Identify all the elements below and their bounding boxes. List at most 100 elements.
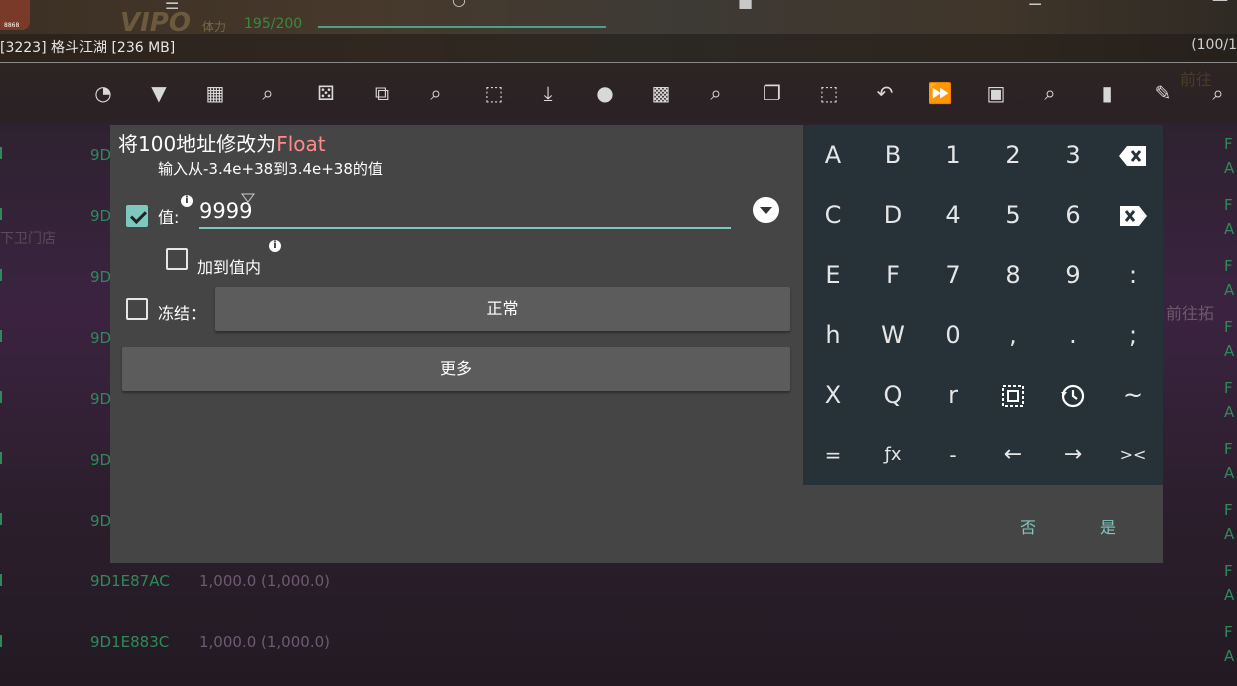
key-8[interactable]: 8 [983, 245, 1043, 305]
add-to-value-label: 加到值内 [197, 258, 262, 277]
settings-sliders-icon[interactable]: ☰ [165, 0, 179, 13]
add-to-value-checkbox[interactable] [166, 248, 188, 270]
row-type-flag: F [1224, 318, 1233, 336]
add-to-value-info-icon[interactable]: i [269, 240, 281, 252]
key-5[interactable]: 5 [983, 185, 1043, 245]
key-A[interactable]: A [803, 125, 863, 185]
copy-icon[interactable]: ❐ [758, 79, 786, 107]
undo-icon[interactable]: ↶ [871, 79, 899, 107]
row-type-flag: A [1224, 159, 1235, 177]
value-checkbox[interactable] [126, 205, 148, 227]
row-type-flag: A [1224, 220, 1235, 238]
freeze-mode-button[interactable]: 正常 [215, 287, 790, 331]
row-address[interactable]: 9D1E87AC [90, 572, 170, 590]
key-semicolon[interactable]: ; [1103, 305, 1163, 365]
camera-icon[interactable]: ■ [738, 0, 753, 11]
filter-icon[interactable]: ▼ [145, 79, 173, 107]
key-tilde[interactable]: ~ [1103, 365, 1163, 425]
key-Q[interactable]: Q [863, 365, 923, 425]
select-all-key-icon[interactable] [983, 365, 1043, 425]
key-4[interactable]: 4 [923, 185, 983, 245]
save-icon[interactable]: ▣ [982, 79, 1010, 107]
title-prefix: 将100地址修改为 [118, 132, 277, 156]
row-address[interactable]: 9D [90, 512, 111, 530]
key-2[interactable]: 2 [983, 125, 1043, 185]
speedometer-icon[interactable]: ◔ [89, 79, 117, 107]
search-help-icon[interactable]: ⌕ [1036, 79, 1064, 107]
import-icon[interactable]: ⤓ [534, 79, 562, 107]
fuzzy-search-icon[interactable]: ⌕ [254, 79, 282, 107]
ghost-label-right-2: 前往拓 [1166, 304, 1215, 323]
row-address[interactable]: 9D [90, 329, 111, 347]
feedback-icon[interactable]: ✎ [1149, 79, 1177, 107]
key-h[interactable]: h [803, 305, 863, 365]
value-input[interactable] [199, 195, 731, 229]
value-info-icon[interactable]: i [181, 195, 193, 207]
key-7[interactable]: 7 [923, 245, 983, 305]
row-value[interactable]: 1,000.0 (1,000.0) [199, 572, 330, 590]
key-minus[interactable]: - [923, 425, 983, 485]
key-1[interactable]: 1 [923, 125, 983, 185]
cancel-button[interactable]: 否 [1020, 514, 1036, 538]
minimize-icon[interactable]: — [1212, 0, 1228, 9]
row-marker [0, 330, 2, 342]
delete-forward-key-icon[interactable] [1103, 185, 1163, 245]
function-key[interactable]: ƒx [863, 425, 923, 485]
key-6[interactable]: 6 [1043, 185, 1103, 245]
value-history-dropdown[interactable] [753, 197, 779, 223]
key-equals[interactable]: = [803, 425, 863, 485]
row-marker [0, 208, 2, 220]
row-value[interactable]: 1,000.0 (1,000.0) [199, 633, 330, 651]
select-all-icon[interactable]: ⬚ [815, 79, 843, 107]
dice-icon[interactable]: ⚄ [312, 79, 340, 107]
key-comma[interactable]: , [983, 305, 1043, 365]
search-hash-icon[interactable]: ⌕ [702, 79, 730, 107]
list-icon[interactable]: ☰ [1028, 0, 1042, 9]
key-C[interactable]: C [803, 185, 863, 245]
row-address[interactable]: 9D [90, 451, 111, 469]
cursor-left-key[interactable]: ← [983, 425, 1043, 485]
row-marker [0, 635, 2, 647]
key-3[interactable]: 3 [1043, 125, 1103, 185]
history-key-icon[interactable] [1043, 365, 1103, 425]
top-search-icon[interactable]: ○ [452, 0, 466, 9]
key-r[interactable]: r [923, 365, 983, 425]
chip-icon[interactable]: ▩ [647, 79, 675, 107]
calculator-icon[interactable]: ▦ [201, 79, 229, 107]
key-D[interactable]: D [863, 185, 923, 245]
row-address[interactable]: 9D [90, 146, 111, 164]
avatar-badge: 8868 [4, 22, 20, 29]
key-B[interactable]: B [863, 125, 923, 185]
hp-label: 体力 [202, 20, 227, 34]
row-type-flag: A [1224, 403, 1235, 421]
row-address[interactable]: 9D [90, 268, 111, 286]
fast-forward-icon[interactable]: ⏩ [926, 79, 954, 107]
key-9[interactable]: 9 [1043, 245, 1103, 305]
key-period[interactable]: . [1043, 305, 1103, 365]
ghost-label-left: 下卫门店 [0, 231, 56, 247]
delete-icon[interactable]: ▮ [1093, 79, 1121, 107]
row-type-flag: F [1224, 562, 1233, 580]
text-cursor-icon [241, 193, 255, 203]
collapse-keyboard-key[interactable]: >< [1103, 425, 1163, 485]
hp-bar [318, 26, 606, 28]
more-button[interactable]: 更多 [122, 347, 790, 391]
freeze-checkbox[interactable] [126, 298, 148, 320]
row-address[interactable]: 9D1E883C [90, 633, 169, 651]
cursor-right-key[interactable]: → [1043, 425, 1103, 485]
key-W[interactable]: W [863, 305, 923, 365]
record-icon[interactable]: ● [591, 79, 619, 107]
memory-edit-icon[interactable]: ⧉ [368, 79, 396, 107]
key-0[interactable]: 0 [923, 305, 983, 365]
confirm-button[interactable]: 是 [1100, 514, 1116, 538]
search-check-icon[interactable]: ⌕ [422, 79, 450, 107]
select-off-icon[interactable]: ⬚ [480, 79, 508, 107]
key-X[interactable]: X [803, 365, 863, 425]
row-type-flag: A [1224, 525, 1235, 543]
row-address[interactable]: 9D [90, 207, 111, 225]
key-F[interactable]: F [863, 245, 923, 305]
key-colon[interactable]: : [1103, 245, 1163, 305]
backspace-key-icon[interactable] [1103, 125, 1163, 185]
row-address[interactable]: 9D [90, 390, 111, 408]
key-E[interactable]: E [803, 245, 863, 305]
